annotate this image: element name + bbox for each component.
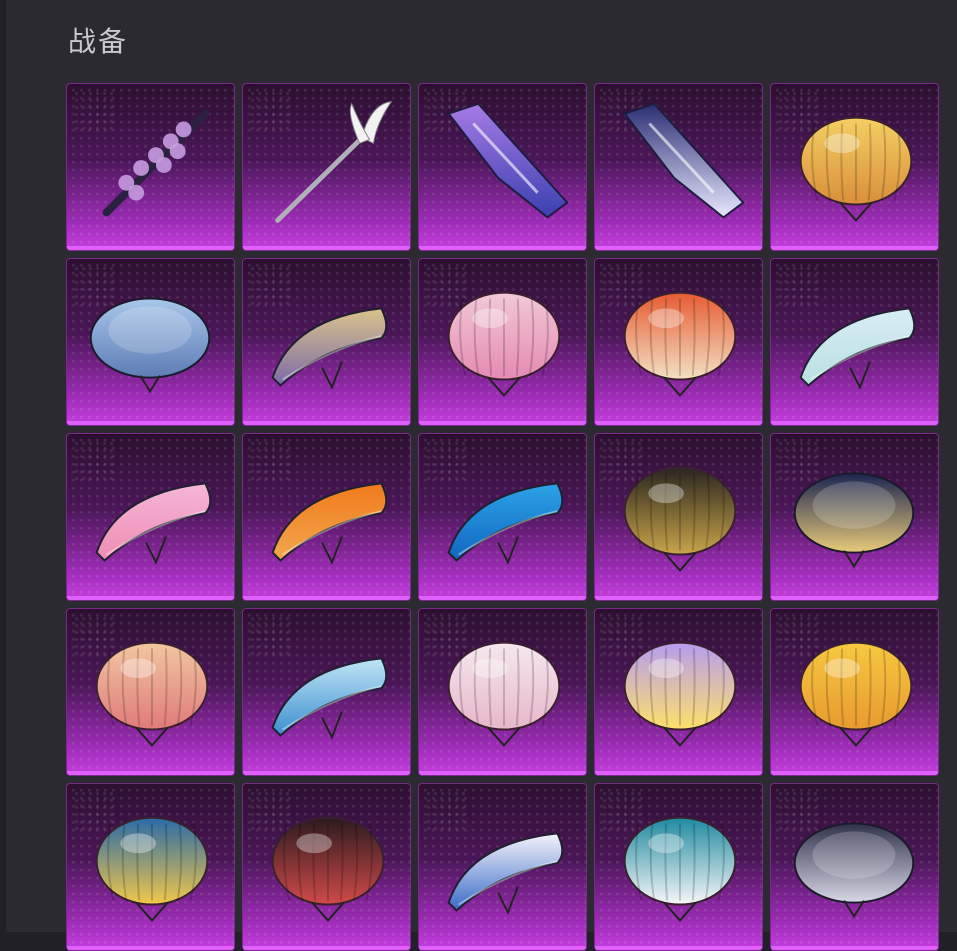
item-tile-pastel-wing-parachute[interactable] [770,258,939,426]
item-tile-orange-dragon-parachute[interactable] [242,433,411,601]
item-tile-red-black-parachute[interactable] [242,783,411,951]
item-tile-yellow-chick-parachute[interactable] [770,608,939,776]
section-title: 战备 [68,25,129,58]
item-tile-white-swirl-wing[interactable] [418,783,587,951]
black-gold-parachute-icon [623,466,737,572]
item-tile-lavender-glider[interactable] [418,83,587,251]
winged-spear-icon [275,101,393,223]
ornate-gold-glider-icon [271,307,388,390]
item-tile-peach-flower-parachute[interactable] [66,608,235,776]
item-tile-ornate-gold-glider[interactable] [242,258,411,426]
purple-angel-parachute-icon [623,641,737,747]
cherry-blossom-weapon-icon [102,109,210,217]
white-swirl-wing-icon [447,832,564,915]
navy-star-parachute-icon [793,472,915,569]
orange-dragon-parachute-icon [271,482,388,565]
item-tile-winged-spear[interactable] [242,83,411,251]
item-tile-blue-gold-parachute[interactable] [66,783,235,951]
item-grid [66,83,939,951]
item-tile-silver-web-parachute[interactable] [770,783,939,951]
pink-heart-parachute-icon [447,291,561,397]
item-tile-purple-angel-parachute[interactable] [594,608,763,776]
item-tile-daisy-teal-parachute[interactable] [594,783,763,951]
item-tile-navy-star-parachute[interactable] [770,433,939,601]
navy-glider-icon [623,102,745,219]
cream-cake-parachute-icon [799,116,913,222]
inventory-panel: 战备 [6,0,957,951]
white-rose-parachute-icon [447,641,561,747]
item-tile-black-gold-parachute[interactable] [594,433,763,601]
item-tile-blue-cartoon-wing[interactable] [418,433,587,601]
blue-gold-parachute-icon [95,816,209,922]
daisy-teal-parachute-icon [623,816,737,922]
item-tile-cherry-blossom-weapon[interactable] [66,83,235,251]
silver-lotus-parachute-icon [89,297,211,394]
pink-hearts-wing-icon [95,482,212,565]
item-tile-navy-glider[interactable] [594,83,763,251]
item-tile-cream-cake-parachute[interactable] [770,83,939,251]
pastel-wing-parachute-icon [799,307,916,390]
lavender-glider-icon [447,102,569,219]
yellow-chick-parachute-icon [799,641,913,747]
item-tile-silver-lotus-parachute[interactable] [66,258,235,426]
peach-flower-parachute-icon [95,641,209,747]
red-face-parachute-icon [623,291,737,397]
item-tile-pink-heart-parachute[interactable] [418,258,587,426]
silver-web-parachute-icon [793,822,915,919]
red-black-parachute-icon [271,816,385,922]
item-tile-light-blue-wing[interactable] [242,608,411,776]
item-tile-red-face-parachute[interactable] [594,258,763,426]
light-blue-wing-icon [271,657,388,740]
item-tile-pink-hearts-wing[interactable] [66,433,235,601]
item-tile-white-rose-parachute[interactable] [418,608,587,776]
blue-cartoon-wing-icon [447,482,564,565]
